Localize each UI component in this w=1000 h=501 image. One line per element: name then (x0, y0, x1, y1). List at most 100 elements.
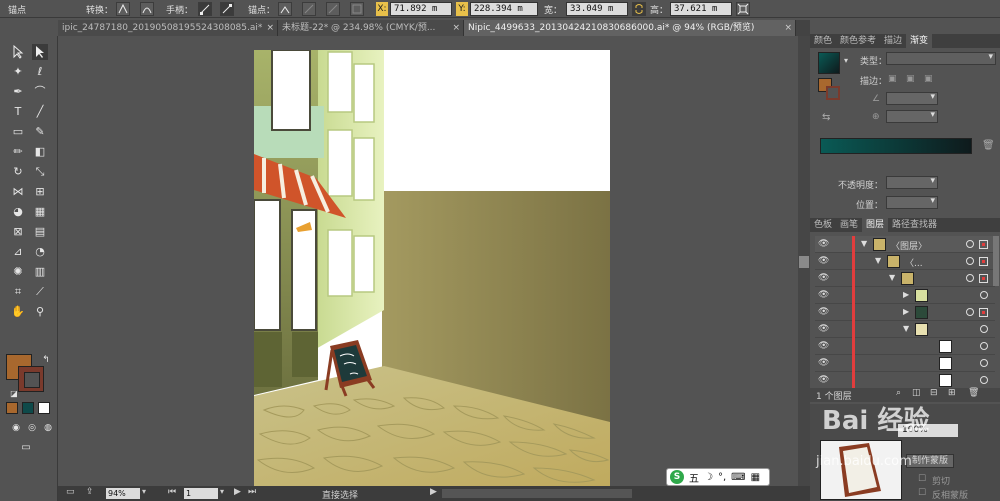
visibility-eye-icon[interactable]: 👁 (818, 358, 830, 368)
layer-row[interactable]: 👁 ▼ 〈... (815, 253, 995, 270)
draw-inside-icon[interactable]: ◍ (40, 420, 56, 436)
gradient-mode-icon[interactable] (22, 402, 34, 414)
close-icon[interactable]: × (784, 20, 792, 36)
visibility-eye-icon[interactable]: 👁 (818, 307, 830, 317)
collapse-icon[interactable]: ▶ (903, 307, 909, 316)
layer-row[interactable]: 👁 (815, 355, 995, 372)
rotate-tool-icon[interactable]: ↻ (10, 164, 26, 180)
visibility-eye-icon[interactable]: 👁 (818, 273, 830, 283)
layer-name[interactable]: 〈... (905, 256, 923, 269)
tab-document-1[interactable]: ipic_24787180_20190508195524308085.ai* × (58, 20, 278, 36)
delete-layer-icon[interactable]: 🗑 (968, 388, 979, 398)
share-icon[interactable]: ⇪ (86, 487, 94, 497)
symbol-sprayer-icon[interactable]: ✺ (10, 264, 26, 280)
target-icon[interactable] (980, 342, 988, 350)
target-icon[interactable] (966, 274, 974, 282)
selection-tool-icon[interactable] (10, 44, 26, 60)
keyboard-icon[interactable]: ⌨ (731, 472, 745, 483)
tab-document-3[interactable]: Nipic_4499633_20130424210830686000.ai* @… (464, 20, 796, 36)
slice-tool-icon[interactable]: ⟋ (32, 284, 48, 300)
new-layer-icon[interactable]: ⊞ (948, 388, 956, 398)
layer-row[interactable]: 👁 ▼ 〈图层〉 (815, 236, 995, 253)
gradient-slider[interactable] (820, 138, 972, 154)
convert-corner-button[interactable] (116, 2, 130, 16)
make-clipping-mask-icon[interactable]: ◫ (912, 388, 921, 398)
zoom-tool-icon[interactable]: ⚲ (32, 304, 48, 320)
visibility-eye-icon[interactable]: 👁 (818, 375, 830, 385)
stroke-option-1[interactable]: ▣ (888, 74, 897, 84)
h-field[interactable]: 37.621 m (670, 2, 732, 16)
close-icon[interactable]: × (266, 20, 274, 36)
close-icon[interactable]: × (452, 20, 460, 36)
status-menu-icon[interactable]: ▶ (430, 487, 437, 497)
layer-row[interactable]: 👁 ▼ (815, 321, 995, 338)
layer-row[interactable]: 👁 ▼ (815, 270, 995, 287)
tab-layers[interactable]: 图层 (862, 218, 889, 232)
position-dropdown[interactable] (886, 196, 938, 209)
curvature-tool-icon[interactable]: ⌒ (32, 84, 48, 100)
ime-mode[interactable]: 五 (689, 470, 699, 485)
connect-anchor-button[interactable] (302, 2, 316, 16)
clip-checkbox[interactable]: ☐ (918, 474, 926, 484)
visibility-eye-icon[interactable]: 👁 (818, 341, 830, 351)
selection-indicator[interactable] (979, 308, 988, 317)
none-mode-icon[interactable] (38, 402, 50, 414)
remove-anchor-button[interactable] (278, 2, 292, 16)
y-field[interactable]: 228.394 m (470, 2, 538, 16)
selection-indicator[interactable] (979, 240, 988, 249)
convert-smooth-button[interactable] (140, 2, 154, 16)
swap-colors-icon[interactable]: ↰ (38, 352, 54, 368)
visibility-eye-icon[interactable]: 👁 (818, 290, 830, 300)
stroke-option-3[interactable]: ▣ (924, 74, 933, 84)
first-page-icon[interactable]: ⏮ (168, 487, 176, 497)
artboard[interactable] (254, 50, 610, 486)
gradient-stroke-swatch[interactable] (826, 86, 840, 100)
angle-dropdown[interactable] (886, 92, 938, 105)
target-icon[interactable] (966, 240, 974, 248)
blend-tool-icon[interactable]: ◔ (32, 244, 48, 260)
gradient-dropdown-icon[interactable]: ▾ (844, 56, 848, 65)
stroke-option-2[interactable]: ▣ (906, 74, 915, 84)
selection-indicator[interactable] (979, 274, 988, 283)
punctuation-icon[interactable]: °, (718, 472, 726, 483)
width-tool-icon[interactable]: ⋈ (10, 184, 26, 200)
draw-normal-icon[interactable]: ◉ (8, 420, 24, 436)
shape-builder-icon[interactable]: ◕ (10, 204, 26, 220)
scale-tool-icon[interactable]: ⤡ (32, 164, 48, 180)
eyedropper-icon[interactable]: ⊿ (10, 244, 26, 260)
locate-object-icon[interactable]: ⌕ (896, 388, 901, 398)
layer-row[interactable]: 👁 (815, 338, 995, 355)
page-dropdown-icon[interactable]: ▾ (220, 487, 224, 496)
x-field[interactable]: 71.892 m (390, 2, 452, 16)
gradient-tool-icon[interactable]: ▤ (32, 224, 48, 240)
type-tool-icon[interactable]: T (10, 104, 26, 120)
collapse-icon[interactable]: ▶ (903, 290, 909, 299)
layer-row[interactable]: 👁 (815, 372, 995, 389)
transform-icon[interactable] (736, 2, 750, 16)
target-icon[interactable] (966, 308, 974, 316)
w-field[interactable]: 33.049 m (566, 2, 628, 16)
layers-scrollbar[interactable] (993, 236, 999, 286)
align-button[interactable] (350, 2, 364, 16)
aspect-dropdown[interactable] (886, 110, 938, 123)
make-mask-button[interactable]: 制作蒙版 (906, 454, 954, 468)
layer-row[interactable]: 👁 ▶ (815, 287, 995, 304)
tab-stroke[interactable]: 描边 (880, 34, 906, 48)
expand-icon[interactable]: ▼ (889, 273, 895, 282)
visibility-eye-icon[interactable]: 👁 (818, 324, 830, 334)
type-dropdown[interactable] (886, 52, 996, 65)
eraser-tool-icon[interactable]: ◧ (32, 144, 48, 160)
draw-behind-icon[interactable]: ◎ (24, 420, 40, 436)
tab-color-guide[interactable]: 颜色参考 (836, 34, 880, 48)
trash-icon[interactable]: 🗑 (982, 140, 995, 151)
line-tool-icon[interactable]: ╱ (32, 104, 48, 120)
opacity-dropdown[interactable] (886, 176, 938, 189)
opacity-field[interactable]: 100% (898, 424, 958, 437)
rectangle-tool-icon[interactable]: ▭ (10, 124, 26, 140)
tab-pathfinder[interactable]: 路径查找器 (888, 218, 941, 232)
pencil-tool-icon[interactable]: ✏ (10, 144, 26, 160)
horizontal-scrollbar[interactable] (442, 489, 632, 498)
tab-brushes[interactable]: 画笔 (836, 218, 862, 232)
cut-path-button[interactable] (326, 2, 340, 16)
default-colors-icon[interactable]: ◪ (6, 386, 22, 402)
